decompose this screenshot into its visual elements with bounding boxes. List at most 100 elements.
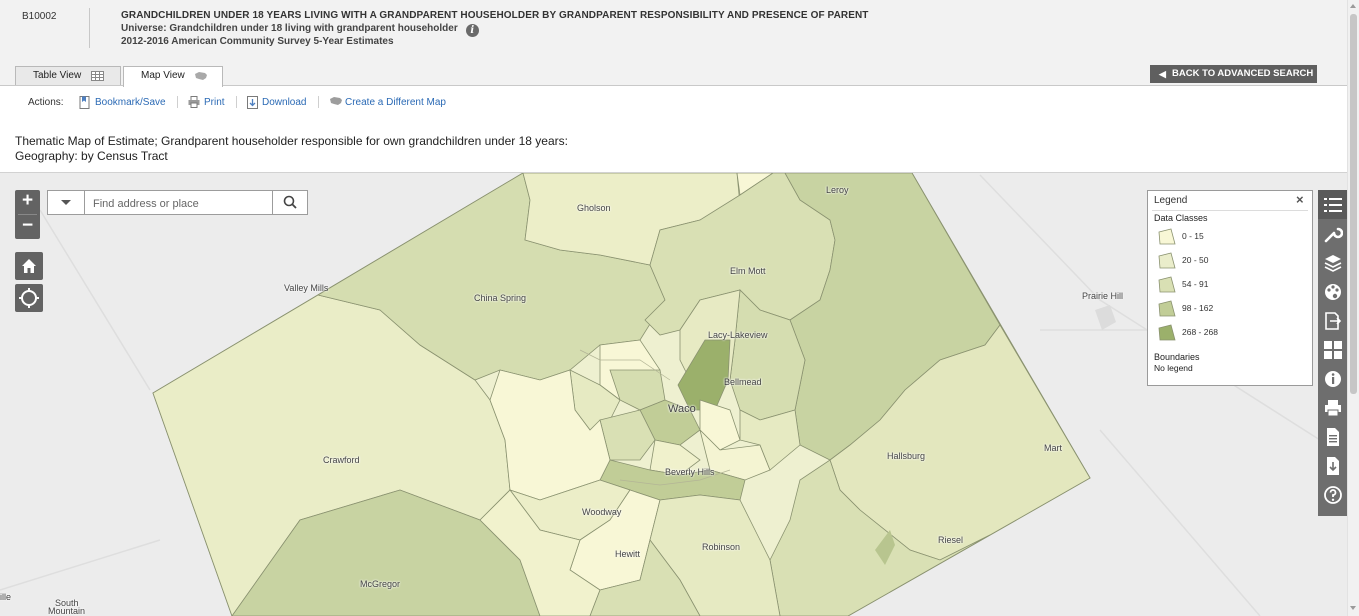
back-button-label: BACK TO ADVANCED SEARCH [1172, 68, 1314, 79]
search-input[interactable] [85, 192, 281, 215]
search-icon [283, 195, 297, 209]
home-button[interactable] [15, 252, 43, 280]
document-button[interactable] [1318, 422, 1347, 451]
place-label: Robinson [702, 542, 741, 552]
table-icon [91, 71, 104, 81]
scroll-up-icon[interactable] [1350, 4, 1356, 8]
map-title-line1: Thematic Map of Estimate; Grandparent ho… [15, 134, 568, 148]
grid-button[interactable] [1318, 335, 1347, 364]
close-icon[interactable]: × [1296, 192, 1304, 207]
zoom-in-button[interactable]: + [15, 190, 40, 214]
action-separator [177, 96, 178, 108]
data-classes-label: Data Classes [1154, 213, 1208, 223]
print-icon [188, 96, 200, 108]
tab-map-view[interactable]: Map View [123, 66, 223, 87]
legend-divider [1152, 210, 1308, 211]
view-tabs: Table View Map View [0, 64, 1347, 87]
legend-class-label: 268 - 268 [1182, 327, 1218, 337]
color-button[interactable] [1318, 277, 1347, 306]
legend-title: Legend [1154, 195, 1188, 206]
universe-label: Universe: Grandchildren under 18 living … [121, 23, 458, 34]
zoom-out-button[interactable]: − [15, 215, 40, 239]
place-label: Gholson [577, 203, 611, 213]
place-label: Mart [1044, 443, 1062, 453]
thematic-map[interactable] [0, 173, 1347, 616]
actions-label: Actions: [28, 97, 64, 108]
legend-swatch [1158, 300, 1176, 317]
tab-table-view[interactable]: Table View [15, 66, 121, 85]
map-title-geography: Geography: by Census Tract [15, 149, 168, 163]
place-label: ille [0, 592, 12, 602]
help-icon [1324, 486, 1342, 504]
table-title: GRANDCHILDREN UNDER 18 YEARS LIVING WITH… [121, 10, 869, 21]
print-map-button[interactable] [1318, 393, 1347, 422]
bookmark-icon [79, 96, 90, 109]
wrench-icon [1324, 227, 1343, 243]
legend-class-label: 98 - 162 [1182, 303, 1214, 313]
locate-button[interactable] [15, 284, 43, 312]
place-label: Crawford [323, 455, 360, 465]
map-canvas [0, 173, 1321, 616]
chevron-left-icon: ◀ [1159, 69, 1166, 79]
help-button[interactable] [1318, 480, 1347, 509]
boundaries-value: No legend [1154, 363, 1193, 373]
place-search [47, 190, 308, 215]
scroll-down-icon[interactable] [1350, 606, 1356, 610]
page-scrollbar[interactable] [1347, 0, 1359, 616]
download-link[interactable]: Download [262, 97, 306, 108]
action-separator [318, 96, 319, 108]
place-label: Riesel [938, 535, 964, 545]
boundaries-label: Boundaries [1154, 352, 1200, 362]
place-label: McGregor [360, 579, 401, 589]
survey-text: 2012-2016 American Community Survey 5-Ye… [121, 36, 394, 47]
export-icon [1325, 312, 1342, 330]
download-icon [247, 96, 258, 109]
legend-tool-button[interactable] [1318, 190, 1347, 219]
place-label: China Spring [474, 293, 527, 303]
locate-icon [19, 288, 39, 308]
export-button[interactable] [1318, 306, 1347, 335]
place-label: Hewitt [615, 549, 641, 559]
info-icon[interactable]: i [465, 24, 479, 37]
legend-class-label: 0 - 15 [1182, 231, 1204, 241]
search-source-dropdown[interactable] [48, 191, 85, 214]
info-button[interactable] [1318, 364, 1347, 393]
table-header: B10002 GRANDCHILDREN UNDER 18 YEARS LIVI… [0, 0, 1347, 64]
place-label: Waco [668, 403, 696, 415]
legend-swatch [1158, 324, 1176, 341]
layers-button[interactable] [1318, 248, 1347, 277]
home-icon [22, 259, 36, 273]
map-icon [195, 72, 207, 80]
place-label: Lacy-Lakeview [708, 330, 768, 340]
place-label: Beverly Hills [665, 467, 715, 477]
layers-icon [1324, 255, 1342, 272]
action-separator [236, 96, 237, 108]
download-icon [1327, 457, 1339, 475]
download-map-button[interactable] [1318, 451, 1347, 480]
palette-icon [1325, 284, 1341, 300]
place-label: Valley Mills [284, 283, 329, 293]
back-to-advanced-search-button[interactable]: ◀ BACK TO ADVANCED SEARCH [1150, 65, 1317, 83]
create-map-icon [330, 97, 342, 105]
legend-class-label: 54 - 91 [1182, 279, 1209, 289]
universe-text: Universe: Grandchildren under 18 living … [121, 23, 479, 37]
tab-table-view-label: Table View [33, 70, 82, 81]
map-toolbar [1318, 190, 1347, 516]
scroll-thumb[interactable] [1350, 14, 1357, 394]
bookmark-save-link[interactable]: Bookmark/Save [95, 97, 166, 108]
place-label: Leroy [826, 185, 849, 195]
print-link[interactable]: Print [204, 97, 225, 108]
search-button[interactable] [272, 191, 309, 214]
place-label: Woodway [582, 507, 622, 517]
place-label: Prairie Hill [1082, 291, 1124, 301]
map-title: Thematic Map of Estimate; Grandparent ho… [15, 134, 568, 164]
legend-swatch [1158, 276, 1176, 293]
table-id: B10002 [22, 11, 57, 22]
tools-button[interactable] [1318, 219, 1347, 248]
create-different-map-link[interactable]: Create a Different Map [345, 97, 446, 108]
header-divider [89, 8, 90, 48]
place-label: Bellmead [724, 377, 762, 387]
print-icon [1325, 400, 1341, 417]
place-label: Hallsburg [887, 451, 926, 461]
place-label: Elm Mott [730, 266, 766, 276]
